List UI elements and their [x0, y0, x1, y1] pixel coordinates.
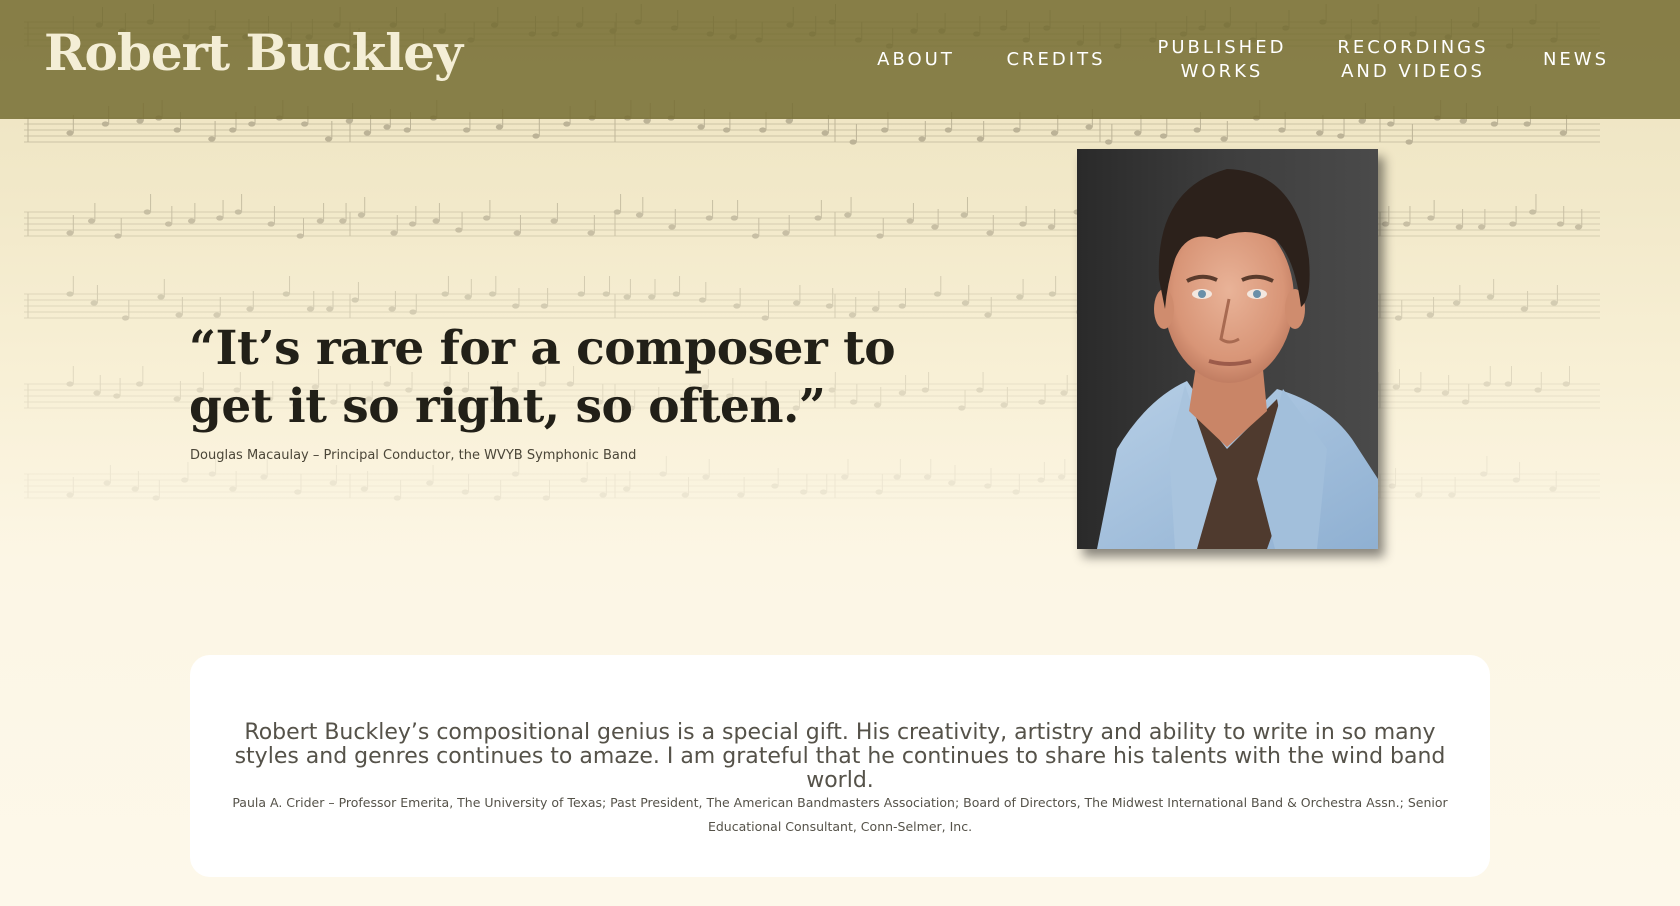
nav-news[interactable]: NEWS: [1536, 0, 1616, 119]
nav-recordings-and-videos[interactable]: RECORDINGS AND VIDEOS: [1332, 0, 1494, 119]
testimonial-attribution: Paula A. Crider – Professor Emerita, The…: [232, 795, 1448, 834]
testimonial-card: Robert Buckley’s compositional genius is…: [190, 655, 1490, 877]
main-nav: ABOUT CREDITS PUBLISHED WORKS RECORDINGS…: [0, 0, 1680, 119]
testimonial-quote: Robert Buckley’s compositional genius is…: [234, 720, 1446, 793]
hero-quote: “It’s rare for a composer to get it so r…: [189, 321, 896, 434]
nav-published-works[interactable]: PUBLISHED WORKS: [1152, 0, 1292, 119]
composer-portrait: [1077, 149, 1378, 549]
nav-credits[interactable]: CREDITS: [1000, 0, 1112, 119]
hero-quote-attribution: Douglas Macaulay – Principal Conductor, …: [190, 448, 637, 463]
site-header: Robert Buckley ABOUT CREDITS PUBLISHED W…: [0, 0, 1680, 119]
nav-about[interactable]: ABOUT: [868, 0, 964, 119]
portrait-illustration: [1077, 149, 1378, 549]
